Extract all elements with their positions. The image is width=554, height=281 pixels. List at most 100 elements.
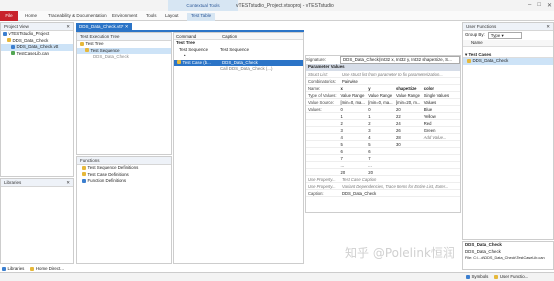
column-header-command[interactable]: Command: [174, 34, 220, 39]
group-by-select[interactable]: Type ▾: [487, 32, 522, 39]
value-cell[interactable]: [394, 162, 422, 168]
value-cell[interactable]: 6: [339, 148, 367, 154]
functions-panel: Functions Test Sequence Definitions Test…: [76, 156, 172, 264]
maximize-button[interactable]: □: [537, 2, 541, 9]
value-cell[interactable]: 22: [394, 113, 422, 119]
close-icon[interactable]: ✕: [66, 24, 70, 29]
detail-panel: DDS_Data_Check DDS_Data_Check File: C:\.…: [462, 241, 554, 270]
value-cell[interactable]: [394, 148, 422, 154]
value-cell[interactable]: 20: [366, 169, 394, 175]
functions-title: Functions: [80, 158, 100, 163]
tab-traceability[interactable]: Traceability & Documentation: [48, 13, 107, 18]
file-icon: [11, 44, 15, 49]
value-cell[interactable]: 1: [339, 113, 367, 119]
values-row: 3 3 26 Green: [306, 127, 460, 134]
project-view-title: Project View: [4, 24, 29, 29]
signature-field[interactable]: DDS_Data_Check(Int32 x, Int32 y, Int32 s…: [340, 56, 460, 64]
values-row: Values: 0 0 20 Blue: [306, 106, 460, 113]
file-icon: [11, 51, 15, 56]
value-cell[interactable]: 5: [339, 141, 367, 147]
combinatorics-row: Combinatorics: Pairwise: [306, 78, 460, 85]
values-row: 4 4 28 Add Value...: [306, 134, 460, 141]
tab-test-table[interactable]: Test Table: [187, 13, 216, 21]
value-cell[interactable]: 0: [339, 106, 367, 112]
values-label: [306, 113, 339, 119]
type-row: Type of Values: Value Range Value Range Val…: [306, 92, 460, 99]
values-row: 1 1 22 Yellow: [306, 113, 460, 120]
close-button[interactable]: ✕: [547, 2, 552, 9]
value-cell[interactable]: 30: [394, 141, 422, 147]
value-cell[interactable]: [422, 155, 460, 161]
user-function-item[interactable]: DDS_Data_Check: [463, 58, 553, 65]
exec-tree-case[interactable]: DDS_Data_Check: [77, 54, 171, 61]
value-cell[interactable]: 2: [339, 120, 367, 126]
name-column-header[interactable]: Name: [463, 40, 553, 47]
tab-file[interactable]: File: [0, 11, 18, 21]
value-cell[interactable]: 24: [394, 120, 422, 126]
tab-tools[interactable]: Tools: [146, 13, 157, 18]
value-cell[interactable]: [422, 162, 460, 168]
value-cell[interactable]: 28: [394, 134, 422, 140]
tab-symbols[interactable]: Symbols: [466, 274, 488, 279]
value-cell[interactable]: [394, 155, 422, 161]
caption-field[interactable]: DDS_Data_Check: [340, 190, 460, 196]
value-cell[interactable]: Red: [422, 120, 460, 126]
value-cell[interactable]: [422, 141, 460, 147]
value-cell[interactable]: 20: [339, 169, 367, 175]
value-cell[interactable]: 4: [339, 134, 367, 140]
close-icon[interactable]: ✕: [125, 24, 129, 29]
testcase-icon: [467, 58, 471, 63]
value-cell[interactable]: [394, 169, 422, 175]
group-by-row: Group By: Type ▾: [463, 31, 553, 40]
value-cell[interactable]: ...: [339, 162, 367, 168]
value-cell[interactable]: 2: [366, 120, 394, 126]
tab-libraries[interactable]: Libraries: [2, 266, 24, 271]
title-bar: Contextual Tools vTESTstudio_Project.vts…: [0, 0, 554, 11]
value-cell[interactable]: [422, 148, 460, 154]
values-row: 77: [306, 155, 460, 162]
value-cell[interactable]: 4: [366, 134, 394, 140]
values-label: [306, 120, 339, 126]
close-icon[interactable]: ✕: [546, 24, 550, 29]
sequence-def-icon: [82, 165, 86, 170]
values-row: 20 20: [306, 169, 460, 176]
exec-tree-title: Test Execution Tree: [80, 34, 120, 39]
tree-item-can[interactable]: TestCaseLib.can: [1, 51, 73, 58]
value-cell[interactable]: Green: [422, 127, 460, 133]
value-cell[interactable]: 5: [366, 141, 394, 147]
tab-home-directory[interactable]: Home Direct...: [30, 266, 64, 271]
tab-layout[interactable]: Layout: [165, 13, 179, 18]
value-cell[interactable]: [422, 169, 460, 175]
sequence-icon: [85, 48, 89, 53]
folder-icon: [7, 38, 11, 43]
value-cell[interactable]: 7: [366, 155, 394, 161]
value-cell[interactable]: Yellow: [422, 113, 460, 119]
value-cell[interactable]: Add Value...: [422, 134, 460, 140]
doc-tab[interactable]: DDS_Data_Check.vtt* ✕: [76, 23, 132, 30]
values-label: [306, 148, 339, 154]
close-icon[interactable]: ✕: [66, 180, 70, 185]
minimize-button[interactable]: –: [528, 2, 531, 9]
values-row: 66: [306, 148, 460, 155]
struct-list-row: Struct List: Use struct list from paramet…: [306, 71, 460, 78]
source-row: Value Source: [min=0, ma... [min=0, ma...[…: [306, 99, 460, 106]
value-cell[interactable]: 3: [366, 127, 394, 133]
value-cell[interactable]: Blue: [422, 106, 460, 112]
value-cell[interactable]: 1: [366, 113, 394, 119]
value-cell[interactable]: 3: [339, 127, 367, 133]
value-cell[interactable]: 0: [366, 106, 394, 112]
value-cell[interactable]: 6: [366, 148, 394, 154]
value-cell[interactable]: 7: [339, 155, 367, 161]
value-cell[interactable]: 20: [394, 106, 422, 112]
tab-home[interactable]: Home: [25, 13, 37, 18]
table-row[interactable]: Call DDS_Data_Check (...): [174, 66, 303, 73]
left-bottom-tabs: Libraries Home Direct...: [2, 266, 64, 271]
functions-item-function[interactable]: Function Definitions: [77, 178, 171, 185]
value-cell[interactable]: ...: [366, 162, 394, 168]
tab-user-functions[interactable]: User Functio...: [494, 274, 528, 279]
tab-environment[interactable]: Environment: [112, 13, 137, 18]
column-header-caption[interactable]: Caption: [220, 34, 237, 39]
use-property-row: Use Property... Variant Dependencies, Tra…: [306, 183, 460, 190]
value-cell[interactable]: 26: [394, 127, 422, 133]
combinatorics-select[interactable]: Pairwise: [340, 78, 460, 84]
